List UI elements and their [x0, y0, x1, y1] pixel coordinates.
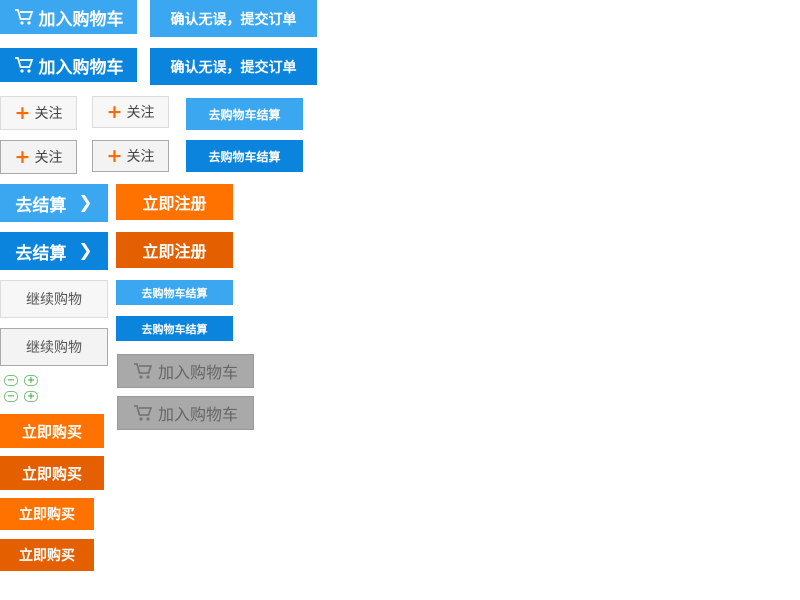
- cart-checkout-label: 去购物车结算: [208, 107, 281, 122]
- add-to-cart-disabled-button[interactable]: 加入购物车: [117, 354, 254, 388]
- follow-label: 关注: [126, 149, 155, 165]
- chevron-right-icon: ❯: [78, 241, 93, 261]
- add-to-cart-label: 加入购物车: [157, 363, 238, 382]
- follow-button-small-hover[interactable]: + 关注: [92, 140, 169, 172]
- cart-checkout-small-button[interactable]: 去购物车结算: [116, 280, 233, 305]
- follow-button-hover[interactable]: + 关注: [0, 140, 77, 174]
- buy-now-label: 立即购买: [21, 464, 82, 483]
- submit-order-button[interactable]: 确认无误，提交订单: [150, 0, 317, 37]
- buy-now-label: 立即购买: [19, 548, 75, 564]
- submit-order-button-active[interactable]: 确认无误，提交订单: [150, 48, 317, 85]
- minus-icon[interactable]: −: [4, 391, 18, 402]
- register-button[interactable]: 立即注册: [116, 184, 233, 220]
- cart-checkout-button-active[interactable]: 去购物车结算: [186, 140, 303, 172]
- cart-checkout-label: 去购物车结算: [208, 149, 281, 164]
- add-to-cart-label: 加入购物车: [38, 57, 124, 78]
- plus-icon[interactable]: +: [24, 391, 38, 402]
- submit-order-label: 确认无误，提交订单: [170, 59, 297, 76]
- cart-icon: [14, 8, 34, 26]
- add-to-cart-label: 加入购物车: [38, 9, 124, 30]
- cart-checkout-small-button-active[interactable]: 去购物车结算: [116, 316, 233, 341]
- follow-label: 关注: [34, 150, 63, 166]
- continue-shopping-label: 继续购物: [26, 292, 82, 308]
- chevron-right-icon: ❯: [78, 193, 93, 213]
- add-to-cart-button-active[interactable]: 加入购物车: [0, 48, 137, 82]
- checkout-button[interactable]: 去结算 ❯: [0, 184, 108, 222]
- buy-now-label: 立即购买: [21, 422, 82, 441]
- add-to-cart-button[interactable]: 加入购物车: [0, 0, 137, 34]
- buy-now-button-active[interactable]: 立即购买: [0, 456, 104, 490]
- buy-now-label: 立即购买: [19, 507, 75, 523]
- cart-icon: [133, 404, 153, 422]
- continue-shopping-label: 继续购物: [26, 340, 82, 356]
- register-label: 立即注册: [142, 242, 207, 261]
- follow-label: 关注: [126, 105, 155, 121]
- submit-order-label: 确认无误，提交订单: [170, 11, 297, 28]
- buy-now-small-button[interactable]: 立即购买: [0, 498, 94, 530]
- register-label: 立即注册: [142, 194, 207, 213]
- buy-now-button[interactable]: 立即购买: [0, 414, 104, 448]
- register-button-active[interactable]: 立即注册: [116, 232, 233, 268]
- cart-icon: [133, 362, 153, 380]
- checkout-label: 去结算: [15, 243, 67, 264]
- plus-icon: +: [106, 144, 123, 167]
- minus-icon[interactable]: −: [4, 375, 18, 386]
- plus-icon: +: [14, 101, 31, 124]
- checkout-label: 去结算: [15, 195, 67, 216]
- plus-icon[interactable]: +: [24, 375, 38, 386]
- follow-label: 关注: [34, 106, 63, 122]
- add-to-cart-disabled-button-2[interactable]: 加入购物车: [117, 396, 254, 430]
- buy-now-small-button-active[interactable]: 立即购买: [0, 539, 94, 571]
- follow-button[interactable]: + 关注: [0, 96, 77, 130]
- follow-button-small[interactable]: + 关注: [92, 96, 169, 128]
- continue-shopping-button[interactable]: 继续购物: [0, 280, 108, 318]
- cart-checkout-button[interactable]: 去购物车结算: [186, 98, 303, 130]
- add-to-cart-label: 加入购物车: [157, 405, 238, 424]
- cart-checkout-label: 去购物车结算: [141, 286, 208, 300]
- plus-icon: +: [14, 145, 31, 168]
- checkout-button-active[interactable]: 去结算 ❯: [0, 232, 108, 270]
- continue-shopping-button-hover[interactable]: 继续购物: [0, 328, 108, 366]
- plus-icon: +: [106, 100, 123, 123]
- cart-icon: [14, 56, 34, 74]
- cart-checkout-label: 去购物车结算: [141, 322, 208, 336]
